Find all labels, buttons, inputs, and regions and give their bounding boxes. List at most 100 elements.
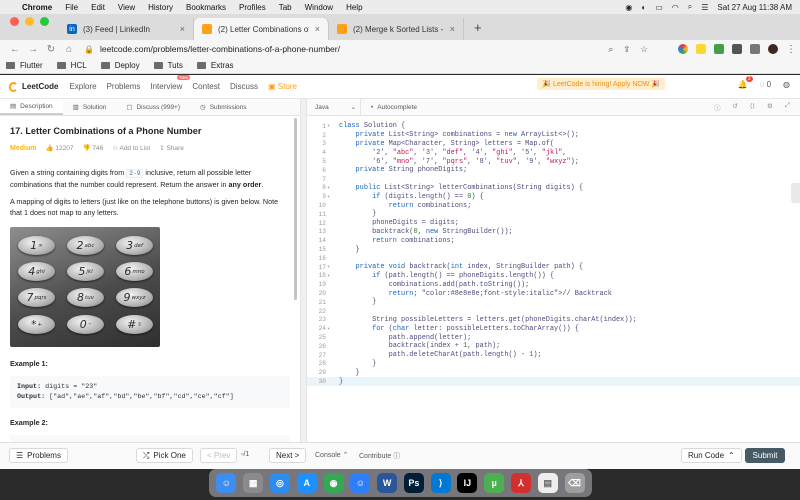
reload-icon[interactable]: ↻	[42, 44, 60, 55]
spotlight-icon[interactable]: ⌕	[688, 2, 692, 12]
code-line[interactable]: 25 path.append(letter);	[307, 333, 800, 342]
safari-icon[interactable]: ◎	[269, 473, 290, 493]
intellij-icon[interactable]: IJ	[457, 473, 478, 493]
url-text[interactable]: leetcode.com/problems/letter-combination…	[100, 44, 340, 54]
wifi-icon[interactable]: ◠	[672, 3, 679, 12]
clock[interactable]: Sat 27 Aug 11:38 AM	[717, 3, 792, 12]
share-button[interactable]: ⇪ Share	[159, 144, 184, 152]
code-line[interactable]: 17 ▾ private void backtrack(int index, St…	[307, 263, 800, 272]
code-line[interactable]: 5 '6', "mno", '7', "pqrs", '8', "tuv", '…	[307, 157, 800, 166]
code-line[interactable]: 8 ▾ public List<String> letterCombination…	[307, 184, 800, 193]
bookmark-tuts[interactable]: Tuts	[153, 61, 183, 70]
fullscreen-icon[interactable]: ⤢	[785, 102, 790, 112]
pick-one-button[interactable]: ⤮ Pick One	[136, 448, 193, 463]
tab-submissions[interactable]: ◷ Submissions	[190, 99, 257, 115]
code-icon[interactable]: ⟨⟩	[750, 102, 755, 112]
finder-2-icon[interactable]: ☺	[350, 473, 371, 493]
description-scrollbar[interactable]	[294, 118, 297, 300]
notification-bell-icon[interactable]: 🔔 3	[738, 76, 753, 89]
leetcode-logo[interactable]: LeetCode	[9, 81, 58, 92]
chrome-icon[interactable]: ◉	[323, 473, 344, 493]
problems-button[interactable]: ☰ Problems	[9, 448, 68, 463]
nav-store[interactable]: ▣ Store	[268, 82, 297, 91]
menu-edit[interactable]: Edit	[91, 3, 105, 12]
prev-button[interactable]: < Prev	[200, 448, 238, 463]
code-line[interactable]: 4 '2', "abc", '3', "def", '4', "ghi", '5…	[307, 148, 800, 157]
code-line[interactable]: 20 return; "color:#8e8e8e;font-style:ita…	[307, 289, 800, 298]
submit-button[interactable]: Submit	[745, 448, 785, 463]
bookmark-hcl[interactable]: HCL	[56, 61, 87, 70]
sidebar-icon[interactable]	[750, 44, 760, 54]
code-line[interactable]: 2 private List<String> combinations = ne…	[307, 131, 800, 140]
info-icon[interactable]: ⓘ	[714, 102, 721, 112]
hiring-banner[interactable]: 🎉 LeetCode is hiring! Apply NOW.🎉	[537, 78, 665, 90]
battery-icon[interactable]: ▭	[655, 3, 663, 12]
nav-problems[interactable]: Problems	[107, 82, 141, 91]
code-line[interactable]: 14 return combinations;	[307, 236, 800, 245]
vscode-icon[interactable]: ⟩	[430, 473, 451, 493]
search-icon[interactable]: ⌕	[608, 44, 613, 55]
photoshop-icon[interactable]: Ps	[403, 473, 424, 493]
tab-description[interactable]: ▤ Description	[0, 99, 63, 115]
pane-divider[interactable]	[300, 99, 307, 442]
tab-discuss[interactable]: ▢ Discuss (999+)	[116, 99, 190, 115]
code-line[interactable]: 23 String possibleLetters = letters.get(…	[307, 316, 800, 325]
menu-tab[interactable]: Tab	[279, 3, 292, 12]
close-tab-icon[interactable]: ×	[180, 24, 185, 34]
finder-icon[interactable]: ☺	[216, 473, 237, 493]
code-line[interactable]: 3 private Map<Character, String> letters…	[307, 140, 800, 149]
minimize-window-button[interactable]	[25, 16, 34, 26]
autocomplete-toggle[interactable]: • Autocomplete	[361, 104, 417, 111]
launchpad-icon[interactable]: ▦	[243, 473, 264, 493]
bookmark-deploy[interactable]: Deploy	[100, 61, 140, 70]
contribute-button[interactable]: Contribute ⓘ	[359, 451, 400, 461]
new-tab-icon[interactable]: +	[464, 20, 492, 35]
address-bar[interactable]: 🔒 leetcode.com/problems/letter-combinati…	[84, 42, 648, 57]
code-line[interactable]: 12 phoneDigits = digits;	[307, 219, 800, 228]
reset-icon[interactable]: ↺	[732, 102, 737, 112]
extensions-puzzle-icon[interactable]	[732, 44, 742, 54]
app-store-icon[interactable]: A	[296, 473, 317, 493]
bookmark-extras[interactable]: Extras	[196, 61, 234, 70]
side-panel-handle[interactable]	[791, 183, 800, 203]
code-line[interactable]: 7	[307, 175, 800, 184]
word-icon[interactable]: W	[377, 473, 398, 493]
bookmark-flutter[interactable]: Flutter	[6, 61, 43, 70]
menu-view[interactable]: View	[118, 3, 135, 12]
close-tab-icon[interactable]: ×	[450, 24, 455, 34]
lock-icon[interactable]: 🔒	[84, 45, 94, 54]
code-line[interactable]: 27 path.deleteCharAt(path.length() - 1);	[307, 351, 800, 360]
add-to-list-button[interactable]: ☆ Add to List	[112, 144, 150, 152]
menu-app[interactable]: Chrome	[22, 3, 52, 12]
nav-explore[interactable]: Explore	[69, 82, 96, 91]
profile-avatar[interactable]	[768, 44, 778, 54]
nav-contest[interactable]: Contest	[192, 82, 220, 91]
tab-linkedin[interactable]: in (3) Feed | LinkedIn ×	[59, 18, 194, 40]
menu-profiles[interactable]: Profiles	[239, 3, 266, 12]
code-line[interactable]: 22	[307, 307, 800, 316]
extension-color-icon[interactable]	[678, 44, 688, 54]
code-line[interactable]: 15 }	[307, 245, 800, 254]
menu-file[interactable]: File	[65, 3, 78, 12]
extension-yellow-icon[interactable]	[696, 44, 706, 54]
share-icon[interactable]: ⇪	[623, 44, 630, 55]
tab-solution[interactable]: ▥ Solution	[63, 99, 117, 115]
like-button[interactable]: 👍 12207	[45, 144, 73, 152]
next-button[interactable]: Next >	[269, 448, 307, 463]
code-line[interactable]: 30}	[307, 377, 800, 386]
home-icon[interactable]: ⌂	[60, 44, 78, 55]
notes-icon[interactable]: ▤	[537, 473, 558, 493]
status-icon-2[interactable]: ◐	[641, 3, 646, 12]
status-icon-1[interactable]: ◉	[625, 3, 632, 12]
nav-interview[interactable]: Interview New	[150, 75, 191, 91]
maximize-window-button[interactable]	[40, 16, 49, 26]
code-line[interactable]: 28 }	[307, 360, 800, 369]
code-line[interactable]: 19 combinations.add(path.toString());	[307, 280, 800, 289]
menu-kebab-icon[interactable]: ⋮	[786, 44, 796, 55]
code-line[interactable]: 29 }	[307, 368, 800, 377]
language-select[interactable]: Java ⌄	[307, 99, 361, 115]
code-line[interactable]: 24 ▾ for (char letter: possibleLetters.to…	[307, 324, 800, 333]
nav-discuss[interactable]: Discuss	[230, 82, 258, 91]
dislike-button[interactable]: 👎 746	[82, 144, 103, 152]
menu-window[interactable]: Window	[305, 3, 333, 12]
